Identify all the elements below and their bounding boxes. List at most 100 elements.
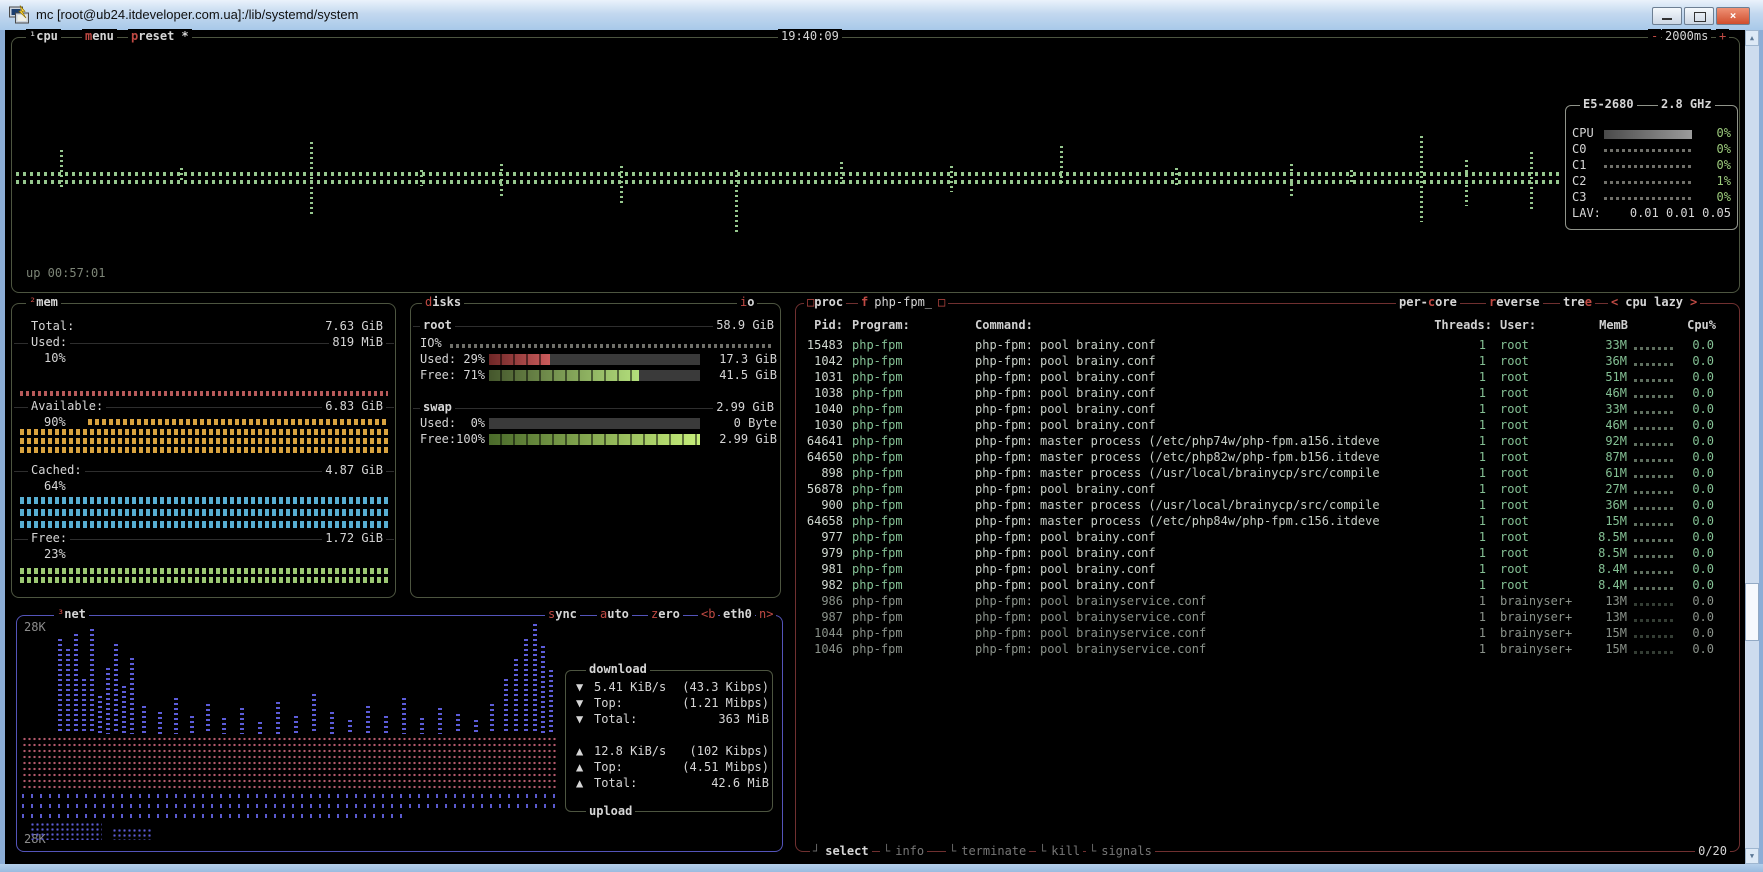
process-row[interactable]: 898php-fpmphp-fpm: master process (/usr/… xyxy=(800,466,1735,482)
process-row[interactable]: 1042php-fpmphp-fpm: pool brainy.conf1roo… xyxy=(800,354,1735,370)
footer-signals-button[interactable]: signals xyxy=(1086,844,1155,858)
net-box-title[interactable]: ³net xyxy=(54,607,89,621)
mem-total-label: Total: xyxy=(28,319,77,333)
process-row[interactable]: 56878php-fpmphp-fpm: pool brainy.conf1ro… xyxy=(800,482,1735,498)
proc-cpu: 0.0 xyxy=(1692,450,1714,464)
proc-user: root xyxy=(1500,466,1529,480)
scrollbar-track[interactable] xyxy=(1745,30,1759,864)
scrollbar-down-button[interactable]: ▼ xyxy=(1745,848,1759,864)
mem-used-label: Used: xyxy=(28,335,70,349)
mem-available-graph xyxy=(20,429,388,435)
proc-reverse-toggle[interactable]: reverse xyxy=(1486,295,1543,309)
interval-minus-button[interactable]: - xyxy=(1648,29,1661,43)
process-row[interactable]: 1030php-fpmphp-fpm: pool brainy.conf1roo… xyxy=(800,418,1735,434)
proc-pid: 981 xyxy=(821,562,843,576)
proc-box-title[interactable]: □proc xyxy=(804,295,846,309)
disk-name[interactable]: swap xyxy=(420,400,455,414)
process-row[interactable]: 64658php-fpmphp-fpm: master process (/et… xyxy=(800,514,1735,530)
proc-user: root xyxy=(1500,482,1529,496)
mem-available-percent: 90% xyxy=(44,415,66,429)
process-row[interactable]: 64641php-fpmphp-fpm: master process (/et… xyxy=(800,434,1735,450)
net-sync-toggle[interactable]: sync xyxy=(545,607,580,621)
cpu-graph-spike xyxy=(735,170,738,234)
process-row[interactable]: 1031php-fpmphp-fpm: pool brainy.conf1roo… xyxy=(800,370,1735,386)
process-row[interactable]: 979php-fpmphp-fpm: pool brainy.conf1root… xyxy=(800,546,1735,562)
proc-program: php-fpm xyxy=(852,434,903,448)
proc-cpu-graph xyxy=(1634,603,1676,606)
proc-user: root xyxy=(1500,386,1529,400)
process-row[interactable]: 1038php-fpmphp-fpm: pool brainy.conf1roo… xyxy=(800,386,1735,402)
process-row[interactable]: 900php-fpmphp-fpm: master process (/usr/… xyxy=(800,498,1735,514)
process-row[interactable]: 977php-fpmphp-fpm: pool brainy.conf1root… xyxy=(800,530,1735,546)
col-header-mem: MemB xyxy=(1599,318,1628,332)
maximize-button[interactable] xyxy=(1684,7,1714,25)
proc-cpu: 0.0 xyxy=(1692,498,1714,512)
process-row[interactable]: 1040php-fpmphp-fpm: pool brainy.conf1roo… xyxy=(800,402,1735,418)
proc-cpu: 0.0 xyxy=(1692,514,1714,528)
process-row[interactable]: 982php-fpmphp-fpm: pool brainy.conf1root… xyxy=(800,578,1735,594)
process-row[interactable]: 1046php-fpmphp-fpm: pool brainyservice.c… xyxy=(800,642,1735,658)
footer-terminate-button[interactable]: terminate xyxy=(946,844,1029,858)
net-graph-bar xyxy=(276,702,280,734)
process-row[interactable]: 987php-fpmphp-fpm: pool brainyservice.co… xyxy=(800,610,1735,626)
scrollbar-up-button[interactable]: ▲ xyxy=(1745,30,1759,46)
disk-name[interactable]: root xyxy=(420,318,455,332)
disk-used-label: Used: 0% xyxy=(420,416,485,430)
io-toggle[interactable]: io xyxy=(737,295,757,309)
proc-percore-toggle[interactable]: per-core xyxy=(1396,295,1460,309)
net-zero-toggle[interactable]: zero xyxy=(648,607,683,621)
net-graph-bar xyxy=(82,679,86,734)
proc-threads: 1 xyxy=(1479,642,1486,656)
proc-mem: 8.5M xyxy=(1598,546,1627,560)
net-interface-name: eth0 xyxy=(720,607,755,621)
net-graph-bar xyxy=(294,716,298,734)
proc-mem: 27M xyxy=(1605,482,1627,496)
close-button[interactable]: × xyxy=(1716,7,1750,25)
proc-command: php-fpm: pool brainy.conf xyxy=(975,338,1156,352)
proc-filter-input[interactable]: fphp-fpm_□ xyxy=(858,295,948,309)
net-graph-bar xyxy=(66,649,70,734)
proc-threads: 1 xyxy=(1479,354,1486,368)
proc-tree-toggle[interactable]: tree xyxy=(1560,295,1595,309)
scrollbar-thumb[interactable] xyxy=(1745,583,1759,641)
interval-plus-button[interactable]: + xyxy=(1716,29,1729,43)
footer-kill-button[interactable]: kill xyxy=(1036,844,1083,858)
process-row[interactable]: 15483php-fpmphp-fpm: pool brainy.conf1ro… xyxy=(800,338,1735,354)
process-row[interactable]: 64650php-fpmphp-fpm: master process (/et… xyxy=(800,450,1735,466)
proc-sort-selector[interactable]: <cpu lazy> xyxy=(1608,295,1700,309)
process-row[interactable]: 981php-fpmphp-fpm: pool brainy.conf1root… xyxy=(800,562,1735,578)
minimize-button[interactable] xyxy=(1652,7,1682,25)
net-prev-interface-button[interactable]: <b xyxy=(698,607,718,621)
footer-select-button[interactable]: select xyxy=(810,844,872,858)
core-value: 1% xyxy=(1717,174,1731,188)
mem-free-value: 1.72 GiB xyxy=(322,531,386,545)
disk-free-meter xyxy=(489,434,700,445)
net-next-interface-button[interactable]: n> xyxy=(756,607,776,621)
net-graph-bar xyxy=(240,708,244,734)
disk-total: 58.9 GiB xyxy=(713,318,777,332)
disk-used-value: 0 Byte xyxy=(734,416,777,430)
proc-pid: 1031 xyxy=(814,370,843,384)
net-graph-bar xyxy=(504,679,508,734)
proc-pid: 64658 xyxy=(807,514,843,528)
proc-pid: 1044 xyxy=(814,626,843,640)
mem-cached-graph xyxy=(20,509,388,516)
preset-button[interactable]: preset* xyxy=(128,29,192,43)
upload-top-label: Top: xyxy=(594,760,623,774)
proc-mem: 15M xyxy=(1605,626,1627,640)
disks-box-title[interactable]: disks xyxy=(422,295,464,309)
cpu-box-title[interactable]: ¹cpu xyxy=(26,29,61,43)
core-label: C0 xyxy=(1572,142,1586,156)
proc-cpu: 0.0 xyxy=(1692,626,1714,640)
menu-button[interactable]: menu xyxy=(82,29,117,43)
mem-free-graph xyxy=(20,568,388,574)
cpu-graph-spike xyxy=(1175,168,1178,188)
process-row[interactable]: 986php-fpmphp-fpm: pool brainyservice.co… xyxy=(800,594,1735,610)
process-row[interactable]: 1044php-fpmphp-fpm: pool brainyservice.c… xyxy=(800,626,1735,642)
footer-info-button[interactable]: info xyxy=(880,844,927,858)
proc-user: brainyser+ xyxy=(1500,594,1572,608)
net-auto-toggle[interactable]: auto xyxy=(597,607,632,621)
proc-program: php-fpm xyxy=(852,594,903,608)
window-titlebar: mc [root@ub24.itdeveloper.com.ua]:/lib/s… xyxy=(0,0,1763,31)
mem-box-title[interactable]: ²mem xyxy=(26,295,61,309)
